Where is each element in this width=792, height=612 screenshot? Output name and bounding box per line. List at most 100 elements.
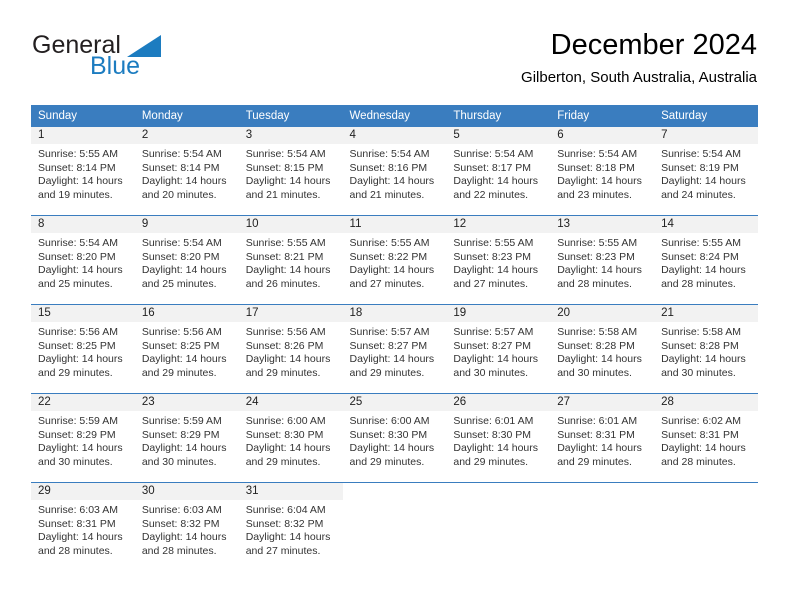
day-details	[654, 500, 758, 504]
day-number: 28	[654, 394, 758, 411]
sunrise-text: Sunrise: 5:59 AM	[38, 415, 118, 427]
day-cell-inner: 11 Sunrise: 5:55 AM Sunset: 8:22 PM Dayligh…	[342, 216, 447, 304]
day-cell-inner: 29 Sunrise: 6:03 AM Sunset: 8:31 PM Dayligh…	[31, 483, 135, 571]
calendar-day-cell	[342, 482, 447, 571]
calendar-day-cell[interactable]: 23 Sunrise: 5:59 AM Sunset: 8:29 PM Dayligh…	[134, 393, 239, 483]
day-details: Sunrise: 5:59 AM Sunset: 8:29 PM Daylight:…	[31, 411, 135, 469]
sunrise-text: Sunrise: 6:04 AM	[245, 504, 326, 516]
day-number: 20	[550, 305, 655, 322]
calendar-day-cell[interactable]: 24 Sunrise: 6:00 AM Sunset: 8:30 PM Dayligh…	[238, 393, 343, 483]
day-cell-inner: 1 Sunrise: 5:55 AM Sunset: 8:14 PM Daylight…	[31, 127, 135, 215]
calendar-day-cell[interactable]: 17 Sunrise: 5:56 AM Sunset: 8:26 PM Dayligh…	[238, 304, 343, 394]
calendar-day-cell[interactable]: 5 Sunrise: 5:54 AM Sunset: 8:17 PM Daylight…	[446, 127, 551, 216]
day-number: 17	[238, 305, 343, 322]
daylight-text-line2: and 29 minutes.	[141, 366, 217, 379]
calendar-day-cell[interactable]: 18 Sunrise: 5:57 AM Sunset: 8:27 PM Dayligh…	[342, 304, 447, 394]
calendar-week-row: 22 Sunrise: 5:59 AM Sunset: 8:29 PM Dayligh…	[31, 393, 758, 483]
calendar-day-cell[interactable]: 30 Sunrise: 6:03 AM Sunset: 8:32 PM Dayligh…	[134, 482, 239, 571]
weekday-header-wednesday: Wednesday	[342, 105, 447, 127]
day-number	[550, 483, 654, 500]
sunset-text: Sunset: 8:16 PM	[349, 161, 428, 174]
calendar-day-cell[interactable]: 22 Sunrise: 5:59 AM Sunset: 8:29 PM Dayligh…	[31, 393, 135, 483]
calendar-day-cell[interactable]: 16 Sunrise: 5:56 AM Sunset: 8:25 PM Dayligh…	[134, 304, 239, 394]
sunrise-text: Sunrise: 5:55 AM	[557, 237, 638, 249]
calendar-day-cell[interactable]: 12 Sunrise: 5:55 AM Sunset: 8:23 PM Dayligh…	[446, 215, 551, 305]
calendar-body: 1 Sunrise: 5:55 AM Sunset: 8:14 PM Daylight…	[31, 127, 758, 571]
day-details: Sunrise: 5:54 AM Sunset: 8:15 PM Daylight:…	[239, 144, 343, 202]
calendar-day-cell	[550, 482, 655, 571]
calendar-day-cell[interactable]: 25 Sunrise: 6:00 AM Sunset: 8:30 PM Dayligh…	[342, 393, 447, 483]
sunrise-text: Sunrise: 5:55 AM	[453, 237, 534, 249]
day-cell-inner	[446, 483, 550, 571]
sunrise-text: Sunrise: 5:55 AM	[38, 148, 118, 160]
calendar-day-cell[interactable]: 4 Sunrise: 5:54 AM Sunset: 8:16 PM Daylight…	[342, 127, 447, 216]
calendar-day-cell[interactable]: 29 Sunrise: 6:03 AM Sunset: 8:31 PM Dayligh…	[31, 482, 135, 571]
calendar-day-cell[interactable]: 28 Sunrise: 6:02 AM Sunset: 8:31 PM Dayligh…	[654, 393, 758, 483]
sunrise-text: Sunrise: 5:54 AM	[557, 148, 638, 160]
calendar-day-cell[interactable]: 10 Sunrise: 5:55 AM Sunset: 8:21 PM Dayligh…	[238, 215, 343, 305]
calendar-day-cell	[654, 482, 758, 571]
day-number: 24	[238, 394, 343, 411]
daylight-text-line1: Daylight: 14 hours	[141, 442, 227, 455]
sunrise-text: Sunrise: 5:56 AM	[245, 326, 326, 338]
daylight-text-line2: and 28 minutes.	[141, 544, 217, 557]
day-details: Sunrise: 6:03 AM Sunset: 8:32 PM Daylight:…	[135, 500, 239, 558]
daylight-text-line2: and 20 minutes.	[141, 188, 217, 201]
calendar-day-cell[interactable]: 21 Sunrise: 5:58 AM Sunset: 8:28 PM Dayligh…	[654, 304, 758, 394]
calendar-day-cell[interactable]: 14 Sunrise: 5:55 AM Sunset: 8:24 PM Dayligh…	[654, 215, 758, 305]
daylight-text-line1: Daylight: 14 hours	[557, 264, 642, 277]
daylight-text-line2: and 29 minutes.	[349, 455, 425, 468]
weekday-header-sunday: Sunday	[31, 105, 135, 127]
day-details: Sunrise: 5:56 AM Sunset: 8:26 PM Daylight:…	[239, 322, 343, 380]
brand-logo[interactable]: General Blue	[31, 28, 231, 90]
daylight-text-line2: and 27 minutes.	[245, 544, 321, 557]
day-cell-inner: 16 Sunrise: 5:56 AM Sunset: 8:25 PM Dayligh…	[134, 305, 239, 393]
sunset-text: Sunset: 8:23 PM	[557, 250, 635, 263]
day-details: Sunrise: 5:55 AM Sunset: 8:21 PM Daylight:…	[239, 233, 343, 291]
calendar-day-cell[interactable]: 15 Sunrise: 5:56 AM Sunset: 8:25 PM Dayligh…	[31, 304, 135, 394]
daylight-text-line2: and 29 minutes.	[245, 366, 321, 379]
daylight-text-line1: Daylight: 14 hours	[245, 442, 331, 455]
calendar-day-cell[interactable]: 27 Sunrise: 6:01 AM Sunset: 8:31 PM Dayligh…	[550, 393, 655, 483]
calendar-table: Sunday Monday Tuesday Wednesday Thursday…	[31, 105, 758, 571]
sunrise-text: Sunrise: 5:58 AM	[661, 326, 742, 338]
calendar-day-cell[interactable]: 31 Sunrise: 6:04 AM Sunset: 8:32 PM Dayligh…	[238, 482, 343, 571]
calendar-day-cell[interactable]: 7 Sunrise: 5:54 AM Sunset: 8:19 PM Daylight…	[654, 127, 758, 216]
calendar-day-cell[interactable]: 13 Sunrise: 5:55 AM Sunset: 8:23 PM Dayligh…	[550, 215, 655, 305]
day-cell-inner: 19 Sunrise: 5:57 AM Sunset: 8:27 PM Dayligh…	[446, 305, 551, 393]
day-details: Sunrise: 5:56 AM Sunset: 8:25 PM Daylight:…	[31, 322, 135, 380]
calendar-day-cell[interactable]: 20 Sunrise: 5:58 AM Sunset: 8:28 PM Dayligh…	[550, 304, 655, 394]
day-number: 18	[342, 305, 447, 322]
calendar-day-cell[interactable]: 8 Sunrise: 5:54 AM Sunset: 8:20 PM Daylight…	[31, 215, 135, 305]
day-cell-inner: 28 Sunrise: 6:02 AM Sunset: 8:31 PM Dayligh…	[654, 394, 758, 482]
sunrise-text: Sunrise: 5:59 AM	[141, 415, 222, 427]
sunrise-text: Sunrise: 6:00 AM	[349, 415, 430, 427]
sunset-text: Sunset: 8:31 PM	[557, 428, 635, 441]
page-title: December 2024	[550, 29, 757, 61]
daylight-text-line1: Daylight: 14 hours	[349, 442, 435, 455]
day-details: Sunrise: 5:54 AM Sunset: 8:16 PM Daylight:…	[343, 144, 447, 202]
day-cell-inner: 17 Sunrise: 5:56 AM Sunset: 8:26 PM Dayligh…	[238, 305, 343, 393]
calendar-day-cell[interactable]: 2 Sunrise: 5:54 AM Sunset: 8:14 PM Daylight…	[134, 127, 239, 216]
weekday-header-friday: Friday	[550, 105, 655, 127]
daylight-text-line2: and 28 minutes.	[661, 455, 736, 468]
calendar-day-cell[interactable]: 3 Sunrise: 5:54 AM Sunset: 8:15 PM Daylight…	[238, 127, 343, 216]
calendar-day-cell[interactable]: 9 Sunrise: 5:54 AM Sunset: 8:20 PM Daylight…	[134, 215, 239, 305]
sunset-text: Sunset: 8:31 PM	[661, 428, 739, 441]
day-cell-inner	[550, 483, 654, 571]
calendar-day-cell[interactable]: 1 Sunrise: 5:55 AM Sunset: 8:14 PM Daylight…	[31, 127, 135, 216]
sunrise-text: Sunrise: 6:03 AM	[141, 504, 222, 516]
calendar-week-row: 8 Sunrise: 5:54 AM Sunset: 8:20 PM Daylight…	[31, 215, 758, 305]
daylight-text-line2: and 21 minutes.	[349, 188, 425, 201]
calendar-day-cell[interactable]: 19 Sunrise: 5:57 AM Sunset: 8:27 PM Dayligh…	[446, 304, 551, 394]
daylight-text-line1: Daylight: 14 hours	[245, 264, 331, 277]
calendar-day-cell[interactable]: 11 Sunrise: 5:55 AM Sunset: 8:22 PM Dayligh…	[342, 215, 447, 305]
day-number: 26	[446, 394, 551, 411]
day-number: 27	[550, 394, 655, 411]
calendar-day-cell[interactable]: 6 Sunrise: 5:54 AM Sunset: 8:18 PM Daylight…	[550, 127, 655, 216]
daylight-text-line2: and 25 minutes.	[141, 277, 217, 290]
sunset-text: Sunset: 8:23 PM	[453, 250, 532, 263]
day-number: 8	[31, 216, 135, 233]
calendar-day-cell[interactable]: 26 Sunrise: 6:01 AM Sunset: 8:30 PM Dayligh…	[446, 393, 551, 483]
daylight-text-line2: and 29 minutes.	[245, 455, 321, 468]
